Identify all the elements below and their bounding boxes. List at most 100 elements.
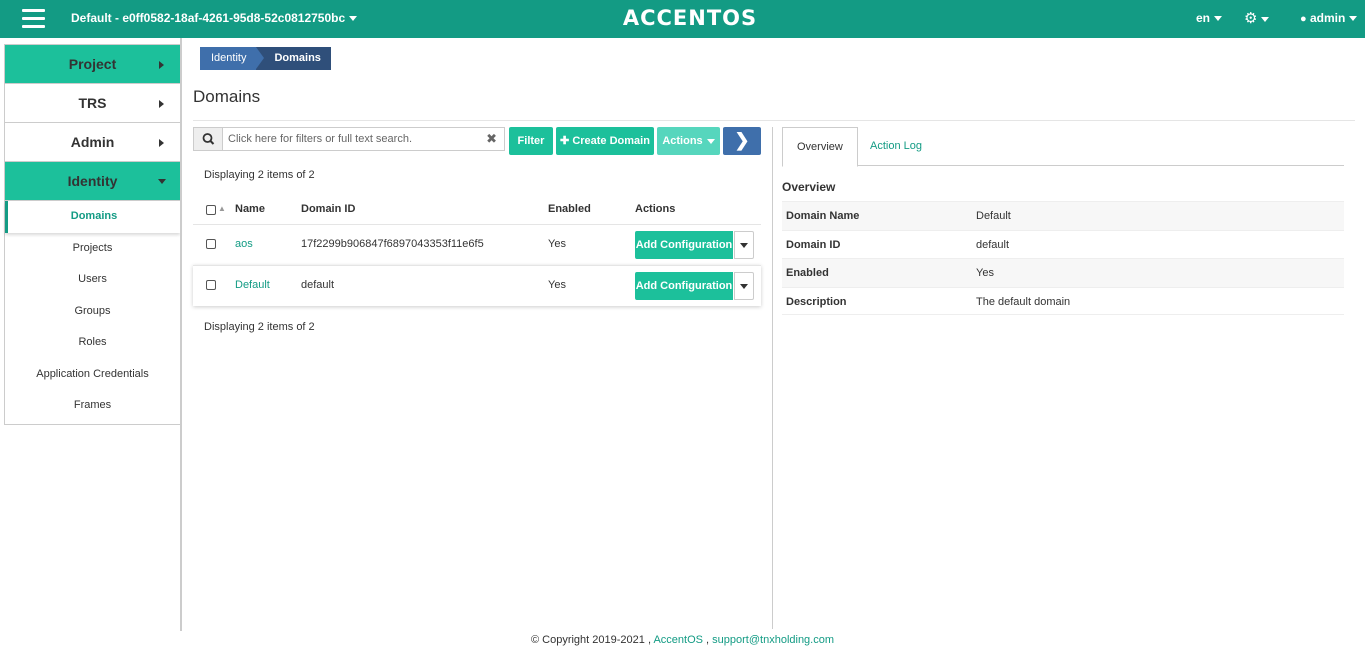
title-divider xyxy=(193,120,1355,121)
overview-row: Domain Name Default xyxy=(782,201,1344,230)
footer-separator: , xyxy=(706,634,710,646)
column-name[interactable]: Name xyxy=(235,203,265,215)
domain-id-cell: 17f2299b906847f6897043353f11e6f5 xyxy=(301,238,484,250)
footer: © Copyright 2019-2021 , AccentOS , suppo… xyxy=(0,634,1365,646)
sort-icon[interactable]: ▲ xyxy=(218,204,226,213)
chevron-down-icon xyxy=(740,243,748,248)
overview-row: Domain ID default xyxy=(782,229,1344,259)
user-menu[interactable]: ● admin xyxy=(1300,11,1358,25)
create-domain-label: Create Domain xyxy=(572,135,650,147)
sidebar: Project TRS Admin Identity Domains Proje… xyxy=(4,44,181,425)
add-configuration-button[interactable]: Add Configuration xyxy=(635,272,733,300)
add-configuration-button[interactable]: Add Configuration xyxy=(635,231,733,259)
sidebar-item-application-credentials[interactable]: Application Credentials xyxy=(5,359,180,391)
sidebar-section-label: TRS xyxy=(78,95,107,111)
table-header: ▲ Name Domain ID Enabled Actions xyxy=(193,197,761,224)
sidebar-item-groups[interactable]: Groups xyxy=(5,296,180,328)
chevron-down-icon xyxy=(349,16,358,22)
enabled-cell: Yes xyxy=(548,279,566,291)
breadcrumb: Identity Domains xyxy=(200,47,331,70)
row-actions-dropdown[interactable] xyxy=(734,231,754,259)
plus-icon: ✚ xyxy=(560,135,570,147)
sidebar-section-label: Identity xyxy=(67,173,118,189)
copyright-text: © Copyright 2019-2021 , xyxy=(530,634,651,646)
breadcrumb-domains: Domains xyxy=(256,47,331,70)
table-row[interactable]: Default default Yes Add Configuration xyxy=(193,265,761,306)
domains-table: ▲ Name Domain ID Enabled Actions aos 17f… xyxy=(193,197,761,306)
chevron-down-icon xyxy=(740,284,748,289)
sidebar-section-identity[interactable]: Identity xyxy=(5,162,180,201)
domain-id-cell: default xyxy=(301,279,335,291)
sidebar-item-domains[interactable]: Domains xyxy=(5,201,180,233)
chevron-down-icon xyxy=(158,179,166,184)
actions-label: Actions xyxy=(662,135,703,147)
row-action-group: Add Configuration xyxy=(635,272,754,300)
logo: ACCENTOS xyxy=(622,6,758,30)
sidebar-item-users[interactable]: Users xyxy=(5,264,180,296)
accentos-link[interactable]: AccentOS xyxy=(653,634,703,646)
tab-overview[interactable]: Overview xyxy=(782,127,858,167)
settings-menu[interactable]: ⚙ xyxy=(1244,9,1270,27)
row-checkbox[interactable] xyxy=(206,239,216,249)
menu-toggle-icon[interactable] xyxy=(22,9,45,29)
items-count-top: Displaying 2 items of 2 xyxy=(204,169,315,181)
create-domain-button[interactable]: ✚ Create Domain xyxy=(556,127,654,155)
sidebar-section-label: Admin xyxy=(70,134,115,150)
select-all-checkbox[interactable] xyxy=(206,205,216,215)
sidebar-section-project[interactable]: Project xyxy=(5,45,180,84)
sidebar-section-admin[interactable]: Admin xyxy=(5,123,180,162)
breadcrumb-identity[interactable]: Identity xyxy=(200,47,266,70)
chevron-right-icon: ❯ xyxy=(734,130,750,150)
overview-value: Yes xyxy=(976,267,994,279)
overview-table: Domain Name Default Domain ID default Enab… xyxy=(782,201,1344,315)
chevron-right-icon xyxy=(159,100,164,108)
overview-row: Enabled Yes xyxy=(782,258,1344,287)
top-bar: Default - e0ff0582-18af-4261-95d8-52c081… xyxy=(0,0,1365,38)
user-name: admin xyxy=(1310,11,1346,25)
support-email-link[interactable]: support@tnxholding.com xyxy=(712,634,834,646)
sidebar-section-label: Project xyxy=(68,56,117,72)
search-bar: ✖ xyxy=(193,127,505,151)
actions-dropdown-button[interactable]: Actions xyxy=(657,127,720,155)
sidebar-section-trs[interactable]: TRS xyxy=(5,84,180,123)
domain-name-link[interactable]: Default xyxy=(235,279,270,291)
project-selector[interactable]: Default - e0ff0582-18af-4261-95d8-52c081… xyxy=(71,11,358,25)
search-icon[interactable] xyxy=(194,128,223,150)
chevron-down-icon xyxy=(1349,16,1358,22)
sidebar-item-frames[interactable]: Frames xyxy=(5,390,180,422)
table-row[interactable]: aos 17f2299b906847f6897043353f11e6f5 Yes… xyxy=(193,224,761,265)
overview-value: The default domain xyxy=(976,295,1071,308)
enabled-cell: Yes xyxy=(548,238,566,250)
column-enabled[interactable]: Enabled xyxy=(548,203,591,215)
overview-key: Domain Name xyxy=(786,210,860,222)
overview-key: Domain ID xyxy=(786,238,841,251)
next-page-button[interactable]: ❯ xyxy=(723,127,761,155)
row-checkbox[interactable] xyxy=(206,280,216,290)
detail-divider xyxy=(772,127,773,629)
sidebar-item-projects[interactable]: Projects xyxy=(5,233,180,265)
items-count-bottom: Displaying 2 items of 2 xyxy=(204,321,315,333)
clear-search-icon[interactable]: ✖ xyxy=(486,131,497,147)
user-icon: ● xyxy=(1300,13,1307,25)
language-label: en xyxy=(1196,11,1211,25)
column-domain-id[interactable]: Domain ID xyxy=(301,203,355,215)
gear-icon: ⚙ xyxy=(1244,10,1258,27)
tab-action-log[interactable]: Action Log xyxy=(856,127,936,166)
overview-title: Overview xyxy=(782,180,836,194)
project-selector-label: Default - e0ff0582-18af-4261-95d8-52c081… xyxy=(71,11,346,25)
chevron-right-icon xyxy=(159,139,164,147)
overview-row: Description The default domain xyxy=(782,286,1344,315)
language-selector[interactable]: en xyxy=(1196,11,1223,25)
detail-tabs: Overview Action Log xyxy=(782,127,1344,167)
overview-key: Description xyxy=(786,295,847,308)
chevron-down-icon xyxy=(1261,16,1270,22)
row-actions-dropdown[interactable] xyxy=(734,272,754,300)
sidebar-item-roles[interactable]: Roles xyxy=(5,327,180,359)
chevron-right-icon xyxy=(159,61,164,69)
overview-value: Default xyxy=(976,210,1011,222)
sidebar-divider xyxy=(180,38,182,631)
domain-name-link[interactable]: aos xyxy=(235,238,253,250)
search-input[interactable] xyxy=(228,131,478,147)
chevron-down-icon xyxy=(706,138,715,144)
filter-button[interactable]: Filter xyxy=(509,127,553,155)
